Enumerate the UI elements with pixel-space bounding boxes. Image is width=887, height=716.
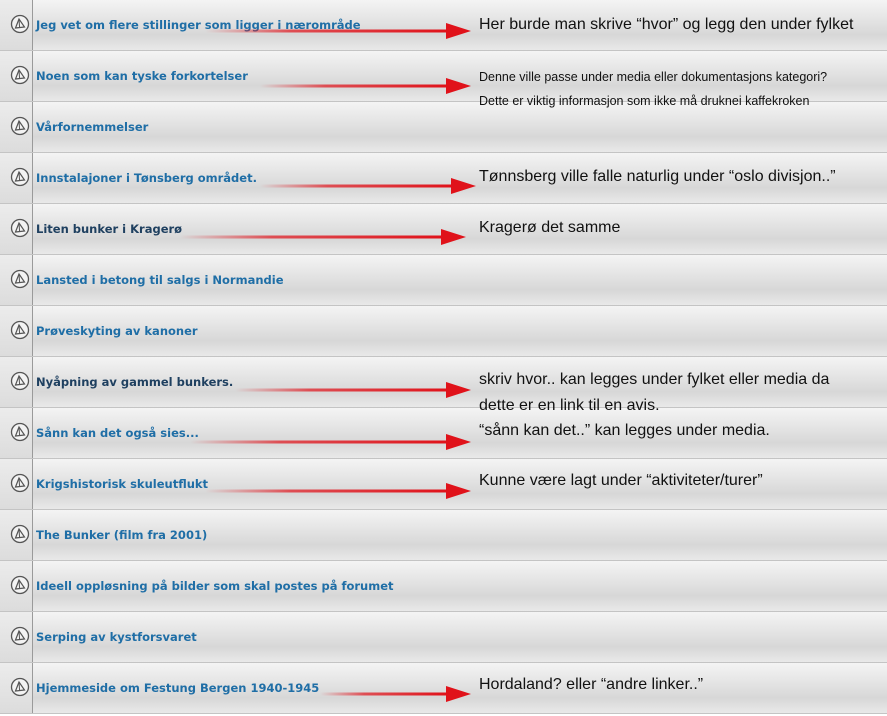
topic-link[interactable]: The Bunker (film fra 2001) [36, 528, 207, 542]
topic-icon [10, 575, 30, 595]
topic-icon [10, 320, 30, 340]
topic-row[interactable]: Ideell oppløsning på bilder som skal pos… [0, 561, 887, 612]
topic-row[interactable]: Serping av kystforsvaret [0, 612, 887, 663]
topic-icon [10, 422, 30, 442]
topic-link[interactable]: Vårfornemmelser [36, 120, 148, 134]
topic-row[interactable]: Liten bunker i Kragerø [0, 204, 887, 255]
icon-cell [0, 459, 33, 509]
topic-row[interactable]: Prøveskyting av kanoner [0, 306, 887, 357]
topic-link[interactable]: Jeg vet om flere stillinger som ligger i… [36, 18, 361, 32]
topic-icon [10, 473, 30, 493]
topic-icon [10, 167, 30, 187]
icon-cell [0, 306, 33, 356]
annotation-note: skriv hvor.. kan legges under fylket ell… [479, 371, 830, 388]
topic-link[interactable]: Serping av kystforsvaret [36, 630, 197, 644]
annotation-note: Kragerø det samme [479, 219, 621, 236]
annotation-note: Dette er viktig informasjon som ikke må … [479, 94, 810, 108]
topic-row[interactable]: Vårfornemmelser [0, 102, 887, 153]
topic-link[interactable]: Ideell oppløsning på bilder som skal pos… [36, 579, 394, 593]
topic-link[interactable]: Innstalajoner i Tønsberg området. [36, 171, 257, 185]
topic-icon [10, 218, 30, 238]
icon-cell [0, 153, 33, 203]
topic-link[interactable]: Hjemmeside om Festung Bergen 1940-1945 [36, 681, 319, 695]
topic-row[interactable]: The Bunker (film fra 2001) [0, 510, 887, 561]
annotation-note: Her burde man skrive “hvor” og legg den … [479, 16, 854, 33]
icon-cell [0, 51, 33, 101]
icon-cell [0, 663, 33, 713]
topic-icon [10, 524, 30, 544]
icon-cell [0, 510, 33, 560]
annotation-note: Tønnsberg ville falle naturlig under “os… [479, 168, 836, 185]
topic-row[interactable]: Lansted i betong til salgs i Normandie [0, 255, 887, 306]
icon-cell [0, 204, 33, 254]
annotation-note: dette er en link til en avis. [479, 397, 660, 414]
topic-link[interactable]: Noen som kan tyske forkortelser [36, 69, 248, 83]
icon-cell [0, 0, 33, 50]
topic-link[interactable]: Lansted i betong til salgs i Normandie [36, 273, 284, 287]
topic-icon [10, 269, 30, 289]
topic-icon [10, 116, 30, 136]
icon-cell [0, 561, 33, 611]
annotation-note: Denne ville passe under media eller doku… [479, 70, 828, 84]
topic-link[interactable]: Nyåpning av gammel bunkers. [36, 375, 233, 389]
annotation-note: Hordaland? eller “andre linker..” [479, 676, 704, 693]
icon-cell [0, 102, 33, 152]
topic-link[interactable]: Krigshistorisk skuleutflukt [36, 477, 208, 491]
topic-icon [10, 677, 30, 697]
annotation-note: “sånn kan det..” kan legges under media. [479, 422, 770, 439]
icon-cell [0, 255, 33, 305]
icon-cell [0, 612, 33, 662]
annotation-note: Kunne være lagt under “aktiviteter/turer… [479, 472, 763, 489]
icon-cell [0, 357, 33, 407]
topic-link[interactable]: Sånn kan det også sies... [36, 426, 199, 440]
topic-icon [10, 65, 30, 85]
icon-cell [0, 408, 33, 458]
topic-row[interactable]: Hjemmeside om Festung Bergen 1940-1945 [0, 663, 887, 714]
topic-link[interactable]: Prøveskyting av kanoner [36, 324, 198, 338]
topic-icon [10, 14, 30, 34]
topic-link[interactable]: Liten bunker i Kragerø [36, 222, 182, 236]
topic-icon [10, 626, 30, 646]
topic-icon [10, 371, 30, 391]
